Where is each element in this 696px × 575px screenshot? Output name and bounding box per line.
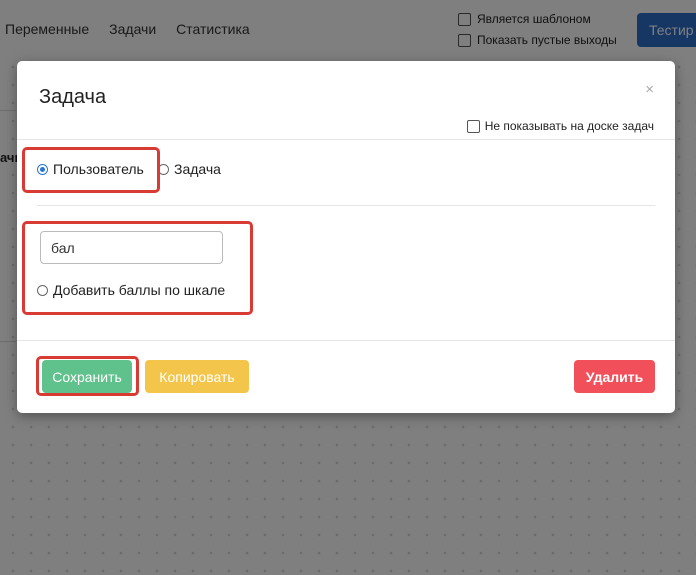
section-divider [37,205,655,206]
highlight-user-radio [22,147,160,193]
hide-on-board-checkbox[interactable] [466,119,480,133]
footer-divider [17,340,675,341]
highlight-input-section [22,221,253,315]
radio-task-label: Задача [174,161,221,177]
hide-on-board-checkbox-row[interactable]: Не показывать на доске задач [466,119,654,133]
hide-on-board-label: Не показывать на доске задач [484,119,654,133]
modal-title: Задача [39,86,107,108]
task-modal: Задача × Не показывать на доске задач По… [17,61,675,413]
delete-button[interactable]: Удалить [574,360,655,393]
header-divider [17,139,675,140]
close-icon[interactable]: × [645,81,654,98]
copy-button[interactable]: Копировать [145,360,249,393]
radio-task-row[interactable]: Задача [158,161,221,177]
highlight-save-button [36,356,139,396]
